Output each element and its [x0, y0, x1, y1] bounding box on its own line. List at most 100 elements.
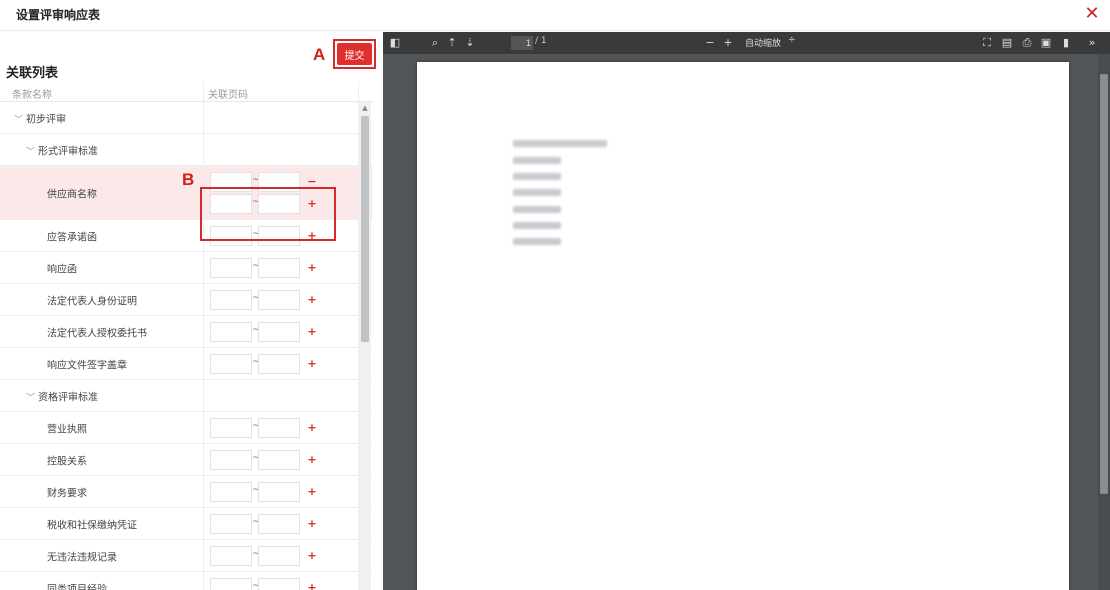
fullscreen-icon[interactable]: ⛶ — [980, 35, 994, 51]
clause-label: 供应商名称 — [47, 185, 97, 200]
page-number-input[interactable] — [511, 36, 533, 50]
print-icon[interactable]: ⎙ — [1020, 35, 1034, 51]
zoom-select[interactable]: 自动缩放 — [745, 36, 781, 49]
add-range-button[interactable]: + — [307, 197, 317, 210]
pdf-scrollbar-thumb[interactable] — [1100, 74, 1108, 494]
page-end-input[interactable] — [258, 194, 300, 214]
row-label-text: 初步评审 — [26, 114, 67, 125]
page-range: ~ — [210, 546, 300, 566]
sidebar-toggle-icon[interactable]: ◧ — [388, 35, 402, 51]
mapping-table: 条款名称 关联页码 ﹀ 初步评审 ﹀ 形式评审标准 供应商名称 ~ − ~ + 应答承诺函 ~ + 响应… — [0, 82, 372, 590]
submit-button[interactable]: 提交 — [337, 43, 372, 65]
scrollbar-thumb[interactable] — [361, 116, 369, 342]
page-end-input[interactable] — [258, 578, 300, 590]
page-start-input[interactable] — [210, 258, 252, 278]
page-range: ~ — [210, 290, 300, 310]
add-range-button[interactable]: + — [307, 581, 317, 590]
search-icon[interactable]: ⌕ — [428, 35, 442, 51]
zoom-in-icon[interactable]: + — [721, 35, 735, 51]
table-row: 响应函 ~ + — [0, 252, 372, 284]
page-end-input[interactable] — [258, 290, 300, 310]
page-end-input[interactable] — [258, 546, 300, 566]
add-range-button[interactable]: + — [307, 517, 317, 530]
add-range-button[interactable]: + — [307, 421, 317, 434]
add-range-button[interactable]: + — [307, 325, 317, 338]
scroll-up-icon[interactable]: ▲ — [359, 102, 371, 114]
add-range-button[interactable]: + — [307, 357, 317, 370]
list-scrollbar[interactable]: ▲ ▼ — [359, 102, 371, 590]
table-row: 无违法违规记录 ~ + — [0, 540, 372, 572]
page-start-input[interactable] — [210, 322, 252, 342]
page-start-input[interactable] — [210, 578, 252, 590]
page-range: ~ — [210, 418, 300, 438]
page-end-input[interactable] — [258, 514, 300, 534]
page-start-input[interactable] — [210, 418, 252, 438]
page-start-input[interactable] — [210, 194, 252, 214]
bookmark-icon[interactable]: ▮ — [1059, 35, 1073, 51]
page-range: ~ — [210, 354, 300, 374]
page-end-input[interactable] — [258, 172, 300, 192]
list-title: 关联列表 — [6, 66, 59, 81]
next-page-icon[interactable]: ⇣ — [463, 35, 477, 51]
download-icon[interactable]: ▣ — [1039, 35, 1053, 51]
open-file-icon[interactable]: ▤ — [1000, 35, 1014, 51]
row-label-text: 同类项目经验 — [47, 584, 107, 590]
page-range: ~ — [210, 322, 300, 342]
zoom-out-icon[interactable]: − — [703, 35, 717, 51]
clause-label: 响应文件签字盖章 — [47, 356, 127, 371]
page-start-input[interactable] — [210, 226, 252, 246]
row-label-text: 应答承诺函 — [47, 232, 97, 243]
table-row: 营业执照 ~ + — [0, 412, 372, 444]
tree-group-row[interactable]: ﹀ 初步评审 — [0, 102, 372, 134]
clause-label: 无违法违规记录 — [47, 548, 117, 563]
column-header-clause: 条款名称 — [12, 90, 52, 101]
chevron-down-icon[interactable]: ﹀ — [26, 147, 35, 157]
chevron-down-icon[interactable]: ﹀ — [14, 115, 23, 125]
add-range-button[interactable]: + — [307, 485, 317, 498]
page-start-input[interactable] — [210, 514, 252, 534]
table-row: 控股关系 ~ + — [0, 444, 372, 476]
table-row: 税收和社保缴纳凭证 ~ + — [0, 508, 372, 540]
blurred-text-line — [513, 206, 561, 213]
add-range-button[interactable]: + — [307, 293, 317, 306]
row-label-text: 响应函 — [47, 264, 77, 275]
page-start-input[interactable] — [210, 482, 252, 502]
page-end-input[interactable] — [258, 226, 300, 246]
remove-range-button[interactable]: − — [307, 175, 317, 188]
table-row: 响应文件签字盖章 ~ + — [0, 348, 372, 380]
pdf-scrollbar[interactable] — [1098, 54, 1110, 590]
tree-group-row[interactable]: ﹀ 形式评审标准 — [0, 134, 372, 166]
page-end-input[interactable] — [258, 450, 300, 470]
chevron-down-icon[interactable]: ﹀ — [26, 393, 35, 403]
add-range-button[interactable]: + — [307, 453, 317, 466]
page-start-input[interactable] — [210, 172, 252, 192]
blurred-text-line — [513, 222, 561, 229]
clause-label: 同类项目经验 — [47, 580, 107, 590]
page-range: ~ — [210, 578, 300, 590]
page-end-input[interactable] — [258, 322, 300, 342]
close-icon[interactable]: ✕ — [1084, 5, 1100, 23]
page-end-input[interactable] — [258, 258, 300, 278]
page-start-input[interactable] — [210, 354, 252, 374]
add-range-button[interactable]: + — [307, 229, 317, 242]
page-start-input[interactable] — [210, 546, 252, 566]
clause-label: 营业执照 — [47, 420, 87, 435]
tree-group-label: ﹀ 资格评审标准 — [26, 388, 98, 403]
page-end-input[interactable] — [258, 482, 300, 502]
add-range-button[interactable]: + — [307, 549, 317, 562]
table-row: 应答承诺函 ~ + — [0, 220, 372, 252]
row-label-text: 法定代表人授权委托书 — [47, 328, 147, 339]
blurred-text-line — [513, 173, 561, 180]
page-start-input[interactable] — [210, 450, 252, 470]
prev-page-icon[interactable]: ⇡ — [445, 35, 459, 51]
page-end-input[interactable] — [258, 354, 300, 374]
clause-label: 法定代表人授权委托书 — [47, 324, 147, 339]
row-label-text: 无违法违规记录 — [47, 552, 117, 563]
tree-group-row[interactable]: ﹀ 资格评审标准 — [0, 380, 372, 412]
add-range-button[interactable]: + — [307, 261, 317, 274]
tools-icon[interactable]: » — [1085, 35, 1099, 51]
clause-label: 财务要求 — [47, 484, 87, 499]
page-end-input[interactable] — [258, 418, 300, 438]
page-start-input[interactable] — [210, 290, 252, 310]
zoom-select-arrow-icon[interactable]: ÷ — [788, 35, 796, 45]
